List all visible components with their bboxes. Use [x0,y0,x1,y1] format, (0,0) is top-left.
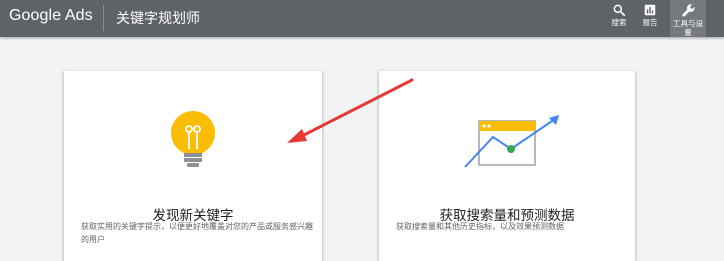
red-arrow-icon [287,78,414,143]
